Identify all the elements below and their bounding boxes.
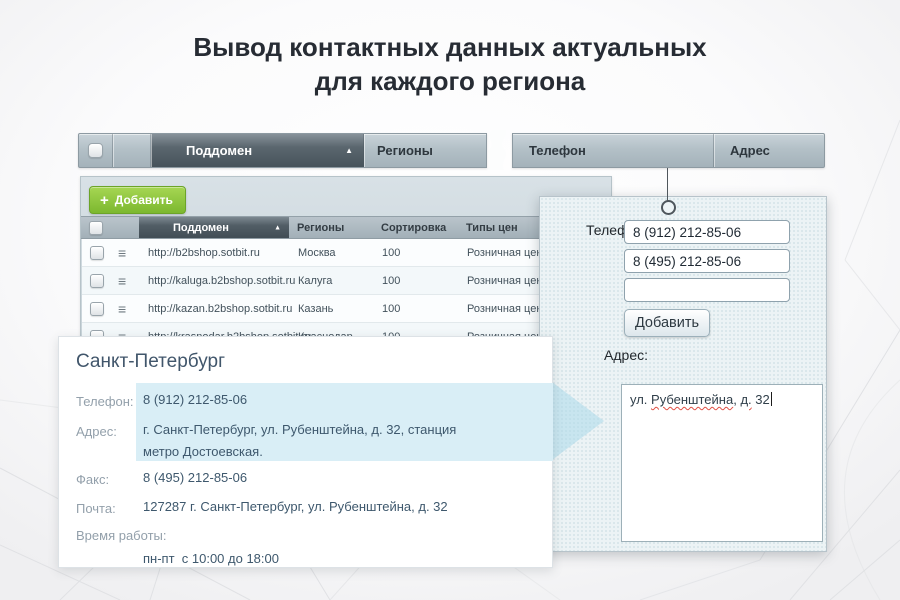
phone-input-2[interactable] (624, 249, 790, 273)
column-header-phone-label: Телефон (529, 143, 586, 158)
card-row-label: Адрес: (76, 424, 117, 439)
table-row[interactable]: ≡ http://kaluga.b2bshop.sotbit.ru Калуга… (82, 267, 612, 295)
sort-asc-icon: ▲ (345, 147, 353, 155)
address-text-misspelled: д. (740, 392, 751, 407)
contact-card: Санкт-Петербург Телефон: 8 (912) 212-85-… (58, 336, 553, 568)
table-column-price-types-label: Типы цен (466, 222, 518, 234)
row-checkbox[interactable] (90, 274, 104, 288)
text-caret (771, 392, 772, 406)
column-header-address-label: Адрес (730, 143, 770, 158)
row-menu-icon[interactable]: ≡ (118, 295, 126, 323)
row-subdomain: http://kaluga.b2bshop.sotbit.ru (148, 267, 295, 295)
row-sort: 100 (382, 295, 400, 323)
table-column-sort[interactable]: Сортировка (381, 217, 446, 238)
card-row-value: 8 (495) 212-85-06 (143, 467, 495, 489)
header-checkbox-cell (79, 134, 113, 167)
table-sort-asc-icon: ▲ (274, 224, 281, 231)
table-row[interactable]: ≡ http://kazan.b2bshop.sotbit.ru Казань … (82, 295, 612, 323)
table-column-sort-label: Сортировка (381, 222, 446, 234)
table-column-regions[interactable]: Регионы (297, 217, 344, 238)
row-subdomain: http://kazan.b2bshop.sotbit.ru (148, 295, 292, 323)
table-column-subdomain[interactable]: Поддомен ▲ (139, 217, 289, 238)
page-title-line1: Вывод контактных данных актуальных (0, 30, 900, 64)
row-sort: 100 (382, 267, 400, 295)
table-column-regions-label: Регионы (297, 222, 344, 234)
table-column-price-types[interactable]: Типы цен (466, 217, 518, 238)
column-header-regions[interactable]: Регионы (364, 134, 488, 167)
address-text-part: 32 (752, 392, 770, 407)
table-row[interactable]: ≡ http://b2bshop.sotbit.ru Москва 100 Ро… (82, 239, 612, 267)
add-subdomain-button[interactable]: + Добавить (89, 186, 186, 214)
address-textarea[interactable]: ул. Рубенштейна, д. 32 (621, 384, 823, 542)
address-text-part: ул. (630, 392, 651, 407)
contacts-edit-popup: Телефон: Добавить Адрес: ул. Рубенштейна… (539, 196, 827, 552)
torn-edge (479, 130, 517, 170)
column-header-subdomain-label: Поддомен (186, 143, 252, 158)
row-menu-icon[interactable]: ≡ (118, 239, 126, 267)
page-title-line2: для каждого региона (0, 64, 900, 98)
subdomains-table: + Добавить Поддомен ▲ Регионы Сортировка… (80, 176, 612, 350)
add-phone-button[interactable]: Добавить (624, 309, 710, 337)
plus-icon: + (100, 193, 109, 208)
card-row-label: Почта: (76, 501, 116, 516)
address-text-misspelled: Рубенштейна (651, 392, 733, 407)
column-header-phone[interactable]: Телефон (513, 134, 714, 167)
column-header-address[interactable]: Адрес (714, 134, 826, 167)
add-subdomain-button-label: Добавить (115, 193, 173, 207)
row-region: Калуга (298, 267, 332, 295)
row-checkbox[interactable] (90, 246, 104, 260)
row-region: Москва (298, 239, 336, 267)
card-row-value: 127287 г. Санкт-Петербург, ул. Рубенштей… (143, 496, 495, 518)
header-bar-left-segment: Поддомен ▲ Регионы (78, 133, 487, 168)
row-menu-icon[interactable]: ≡ (118, 267, 126, 295)
card-row-label: Телефон: (76, 394, 134, 409)
card-row-value: 8 (912) 212-85-06 (143, 389, 495, 411)
header-bar-right-segment: Телефон Адрес (512, 133, 825, 168)
table-column-subdomain-label: Поддомен (173, 222, 229, 234)
card-row-value: пн-пт с 10:00 до 18:00 (143, 548, 495, 570)
card-row-value: г. Санкт-Петербург, ул. Рубенштейна, д. … (143, 419, 495, 463)
connector-line (667, 168, 668, 202)
column-header-regions-label: Регионы (377, 143, 433, 158)
table-select-all-checkbox[interactable] (89, 221, 103, 235)
contact-card-title: Санкт-Петербург (76, 351, 225, 373)
column-header-subdomain[interactable]: Поддомен ▲ (151, 134, 364, 167)
select-all-checkbox[interactable] (88, 143, 103, 158)
connector-circle (661, 200, 676, 215)
row-checkbox[interactable] (90, 302, 104, 316)
phone-input-1[interactable] (624, 220, 790, 244)
card-row-label: Время работы: (76, 528, 166, 543)
table-header-row: Поддомен ▲ Регионы Сортировка Типы цен (81, 216, 611, 239)
row-subdomain: http://b2bshop.sotbit.ru (148, 239, 260, 267)
row-sort: 100 (382, 239, 400, 267)
header-spacer-cell (113, 134, 151, 167)
phone-input-3[interactable] (624, 278, 790, 302)
card-row-label: Факс: (76, 472, 109, 487)
page-title: Вывод контактных данных актуальных для к… (0, 30, 900, 98)
row-region: Казань (298, 295, 333, 323)
address-label: Адрес: (558, 347, 648, 363)
